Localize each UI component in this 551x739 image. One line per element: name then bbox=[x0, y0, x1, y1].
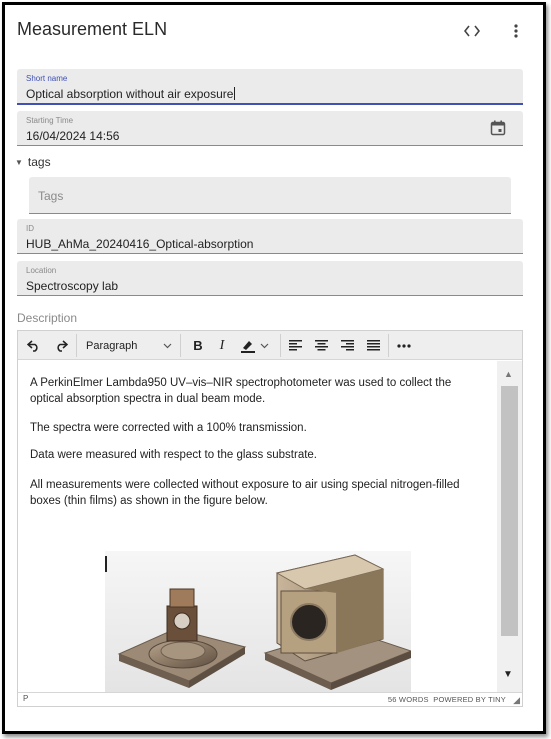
tags-section-toggle[interactable]: ▼ tags bbox=[15, 155, 51, 169]
resize-handle-icon[interactable]: ◢ bbox=[513, 695, 520, 706]
highlighter-icon bbox=[241, 340, 269, 353]
italic-icon[interactable]: I bbox=[212, 335, 232, 356]
code-icon[interactable] bbox=[460, 19, 484, 43]
description-editor[interactable]: Paragraph B I A PerkinElmer Lambda950 UV… bbox=[17, 330, 523, 707]
caret-down-icon: ▼ bbox=[15, 157, 23, 167]
align-left-icon[interactable] bbox=[285, 335, 305, 356]
location-value: Spectroscopy lab bbox=[26, 279, 119, 293]
tags-field[interactable] bbox=[29, 177, 511, 214]
location-label: Location bbox=[26, 266, 57, 275]
powered-by-link[interactable]: POWERED BY TINY bbox=[433, 695, 506, 704]
id-value: HUB_AhMa_20240416_Optical-absorption bbox=[26, 237, 254, 251]
chevron-down-icon bbox=[163, 343, 172, 348]
page-title: Measurement ELN bbox=[17, 19, 168, 39]
id-label: ID bbox=[26, 224, 34, 233]
scroll-down-icon[interactable]: ▼ bbox=[503, 669, 513, 680]
description-paragraph: The spectra were corrected with a 100% t… bbox=[30, 422, 307, 434]
more-horiz-icon[interactable] bbox=[393, 335, 415, 356]
block-format-value: Paragraph bbox=[86, 339, 138, 352]
measurement-card: Measurement ELN Short name Optical absor… bbox=[12, 7, 535, 730]
description-label: Description bbox=[17, 311, 78, 325]
scrollbar-thumb[interactable] bbox=[501, 386, 518, 636]
tags-input[interactable] bbox=[29, 177, 511, 213]
bold-icon[interactable]: B bbox=[188, 335, 208, 356]
editor-content[interactable]: A PerkinElmer Lambda950 UV–vis–NIR spect… bbox=[18, 361, 496, 692]
element-path[interactable]: P bbox=[23, 694, 28, 703]
tags-section-label: tags bbox=[27, 155, 51, 169]
word-count[interactable]: 56 WORDS bbox=[388, 695, 429, 704]
more-vert-icon[interactable] bbox=[504, 19, 528, 43]
starting-time-value: 16/04/2024 14:56 bbox=[26, 129, 120, 143]
description-paragraph: All measurements were collected without … bbox=[30, 479, 460, 507]
id-field[interactable]: ID HUB_AhMa_20240416_Optical-absorption bbox=[17, 219, 523, 254]
toolbar-divider bbox=[388, 334, 389, 357]
calendar-icon[interactable] bbox=[490, 120, 506, 136]
toolbar-divider bbox=[280, 334, 281, 357]
statusbar-info: 56 WORDS POWERED BY TINY bbox=[388, 695, 506, 704]
undo-icon[interactable] bbox=[24, 335, 44, 356]
location-field[interactable]: Location Spectroscopy lab bbox=[17, 261, 523, 296]
scroll-up-icon[interactable]: ▲ bbox=[504, 369, 513, 379]
editor-scrollbar[interactable]: ▲ ▼ bbox=[497, 361, 522, 692]
align-justify-icon[interactable] bbox=[363, 335, 383, 356]
short-name-label: Short name bbox=[26, 74, 68, 83]
block-format-dropdown[interactable]: Paragraph bbox=[80, 335, 176, 356]
starting-time-field[interactable]: Starting Time 16/04/2024 14:56 bbox=[17, 111, 523, 146]
description-paragraph: Data were measured with respect to the g… bbox=[30, 449, 318, 461]
align-center-icon[interactable] bbox=[311, 335, 331, 356]
toolbar-divider bbox=[180, 334, 181, 357]
starting-time-label: Starting Time bbox=[26, 116, 74, 125]
window-frame: Measurement ELN Short name Optical absor… bbox=[2, 2, 546, 734]
short-name-value: Optical absorption without air exposure bbox=[26, 87, 236, 101]
editor-statusbar: P 56 WORDS POWERED BY TINY ◢ bbox=[18, 692, 522, 706]
short-name-field[interactable]: Short name Optical absorption without ai… bbox=[17, 69, 523, 105]
editor-toolbar: Paragraph B I bbox=[18, 331, 522, 360]
redo-icon[interactable] bbox=[51, 335, 71, 356]
text-caret bbox=[234, 87, 236, 100]
highlight-color-button[interactable] bbox=[236, 335, 274, 356]
description-paragraph: A PerkinElmer Lambda950 UV–vis–NIR spect… bbox=[30, 377, 452, 405]
nitrogen-box-photo[interactable] bbox=[105, 551, 411, 692]
align-right-icon[interactable] bbox=[337, 335, 357, 356]
toolbar-divider bbox=[76, 334, 77, 357]
